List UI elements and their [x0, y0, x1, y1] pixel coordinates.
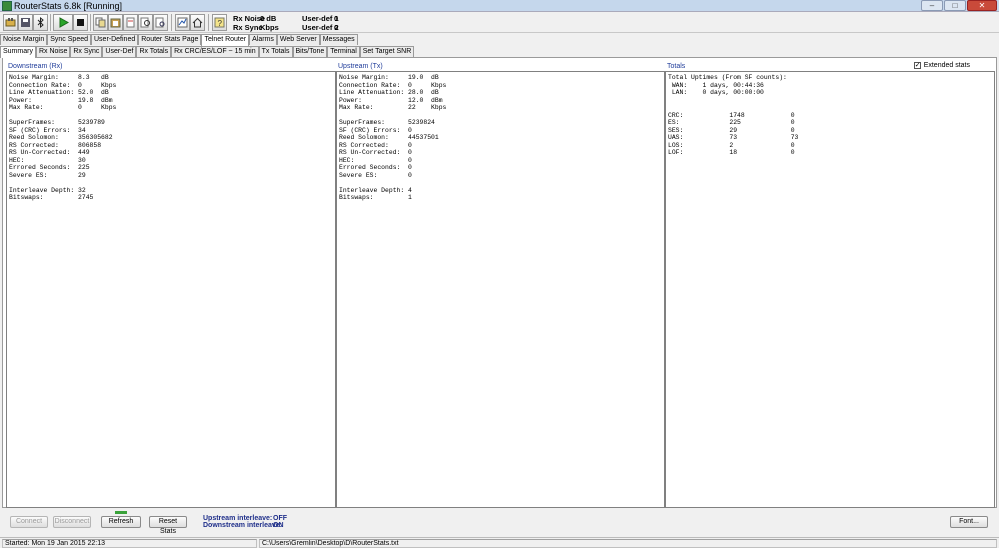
- app-icon: [2, 1, 12, 11]
- chart-toolbar-icon[interactable]: [175, 14, 190, 31]
- toolbar-separator: [208, 14, 209, 31]
- tab-rx-sync[interactable]: Rx Sync: [70, 46, 103, 57]
- toolbar-separator: [90, 14, 91, 31]
- window-title: RouterStats 6.8k [Running]: [14, 1, 123, 11]
- toolbar-separator: [50, 14, 51, 31]
- user-def2-value: 0: [334, 23, 339, 32]
- bottom-controls: Connect Disconnect Refresh Reset Stats U…: [0, 508, 999, 536]
- upstream-interleave-value: OFF: [273, 515, 287, 522]
- play-icon: [59, 17, 69, 28]
- tab-sync-speed[interactable]: Sync Speed: [47, 34, 91, 45]
- print-preview-toolbar-icon[interactable]: [153, 14, 168, 31]
- tab-set-target-snr[interactable]: Set Target SNR: [359, 46, 415, 57]
- upstream-interleave-label: Upstream interleave:: [203, 515, 273, 522]
- totals-heading: Totals: [667, 63, 686, 70]
- downstream-heading: Downstream (Rx): [8, 63, 63, 70]
- tab-tx-totals[interactable]: Tx Totals: [258, 46, 293, 57]
- started-time: Started: Mon 19 Jan 2015 22:13: [2, 539, 257, 548]
- downstream-interleave-label: Downstream interleave:: [203, 522, 282, 529]
- window-controls: – □ ✕: [921, 0, 997, 11]
- minimize-button[interactable]: –: [921, 0, 943, 11]
- tab-alarms[interactable]: Alarms: [249, 34, 277, 45]
- connect-toolbar-icon[interactable]: [3, 14, 18, 31]
- summary-panel: Downstream (Rx) Upstream (Tx) Totals ✓ E…: [2, 57, 997, 508]
- tab-web-server[interactable]: Web Server: [276, 34, 320, 45]
- downstream-stats-text: Noise Margin: 8.3 dB Connection Rate: 0 …: [9, 74, 117, 201]
- start-button[interactable]: [53, 14, 73, 31]
- help-icon: ?: [214, 17, 225, 28]
- extended-stats-toggle[interactable]: ✓ Extended stats: [913, 62, 970, 69]
- tab-messages[interactable]: Messages: [319, 34, 358, 45]
- tab-router-stats-page[interactable]: Router Stats Page: [138, 34, 202, 45]
- disk-icon: [21, 18, 30, 27]
- extended-stats-label: Extended stats: [923, 62, 970, 69]
- magnifier-document-icon: [140, 17, 150, 28]
- tab-rx-crc-es-lof[interactable]: Rx CRC/ES/LOF ~ 15 min: [171, 46, 259, 57]
- log-file-path: C:\Users\Gremlin\Desktop\D\RouterStats.t…: [259, 539, 997, 548]
- document-icon: [126, 17, 135, 28]
- plug-icon: [5, 18, 16, 27]
- copy-icon: [95, 17, 106, 28]
- connect-button[interactable]: Connect: [10, 516, 48, 528]
- rx-sync-value: Kbps: [260, 23, 279, 32]
- copy-toolbar-icon[interactable]: [93, 14, 108, 31]
- bluetooth-icon: [37, 17, 44, 28]
- totals-stats-box[interactable]: Total Uptimes (From SF counts): WAN: 1 d…: [665, 71, 995, 508]
- svg-text:?: ?: [218, 19, 223, 28]
- tab-noise-margin[interactable]: Noise Margin: [0, 34, 48, 45]
- preview-icon: [155, 17, 165, 28]
- tab-bits-tone[interactable]: Bits/Tone: [292, 46, 328, 57]
- upstream-stats-text: Noise Margin: 19.0 dB Connection Rate: 0…: [339, 74, 447, 201]
- maximize-button[interactable]: □: [944, 0, 966, 11]
- downstream-stats-box[interactable]: Noise Margin: 8.3 dB Connection Rate: 0 …: [6, 71, 336, 508]
- disconnect-button[interactable]: Disconnect: [53, 516, 91, 528]
- toolbar-separator: [171, 14, 172, 31]
- save-toolbar-icon[interactable]: [18, 14, 33, 31]
- paste-icon: [110, 18, 121, 28]
- home-icon: [192, 17, 203, 28]
- tab-terminal[interactable]: Terminal: [327, 46, 360, 57]
- tab-rx-totals[interactable]: Rx Totals: [136, 46, 172, 57]
- help-toolbar-icon[interactable]: ?: [212, 14, 227, 31]
- rx-sync-label: Rx Sync: [233, 23, 263, 32]
- extended-stats-checkbox[interactable]: ✓: [913, 62, 921, 69]
- stop-icon: [77, 19, 84, 26]
- rx-noise-value: 0 dB: [260, 14, 277, 23]
- tab-rx-noise[interactable]: Rx Noise: [35, 46, 71, 57]
- main-tabs: Noise Margin Sync Speed User-Defined Rou…: [0, 34, 358, 46]
- chart-icon: [177, 17, 188, 28]
- downstream-interleave-value: ON: [273, 522, 284, 529]
- home-toolbar-icon[interactable]: [190, 14, 205, 31]
- refresh-indicator: [115, 511, 127, 514]
- tab-telnet-router[interactable]: Telnet Router: [201, 34, 250, 46]
- title-bar: RouterStats 6.8k [Running] – □ ✕: [0, 0, 999, 12]
- paste-toolbar-icon[interactable]: [108, 14, 123, 31]
- tab-summary[interactable]: Summary: [0, 46, 36, 58]
- tab-user-def[interactable]: User-Def: [102, 46, 137, 57]
- toolbar: ? Rx Noise 0 dB Rx Sync Kbps User-def 1 …: [0, 12, 999, 33]
- sub-tabs: Summary Rx Noise Rx Sync User-Def Rx Tot…: [0, 46, 415, 58]
- find-toolbar-icon[interactable]: [138, 14, 153, 31]
- bluetooth-toolbar-icon[interactable]: [33, 14, 48, 31]
- document-toolbar-icon[interactable]: [123, 14, 138, 31]
- close-button[interactable]: ✕: [967, 0, 997, 11]
- tab-user-defined[interactable]: User-Defined: [91, 34, 139, 45]
- upstream-stats-box[interactable]: Noise Margin: 19.0 dB Connection Rate: 0…: [336, 71, 665, 508]
- reset-stats-button[interactable]: Reset Stats: [149, 516, 187, 535]
- totals-stats-text: Total Uptimes (From SF counts): WAN: 1 d…: [668, 74, 799, 156]
- refresh-button[interactable]: Refresh: [101, 516, 141, 528]
- user-def1-value: 0: [334, 14, 339, 23]
- font-button[interactable]: Font...: [950, 516, 988, 528]
- status-bar: Started: Mon 19 Jan 2015 22:13 C:\Users\…: [0, 537, 999, 548]
- stop-button[interactable]: [73, 14, 88, 31]
- upstream-heading: Upstream (Tx): [338, 63, 383, 70]
